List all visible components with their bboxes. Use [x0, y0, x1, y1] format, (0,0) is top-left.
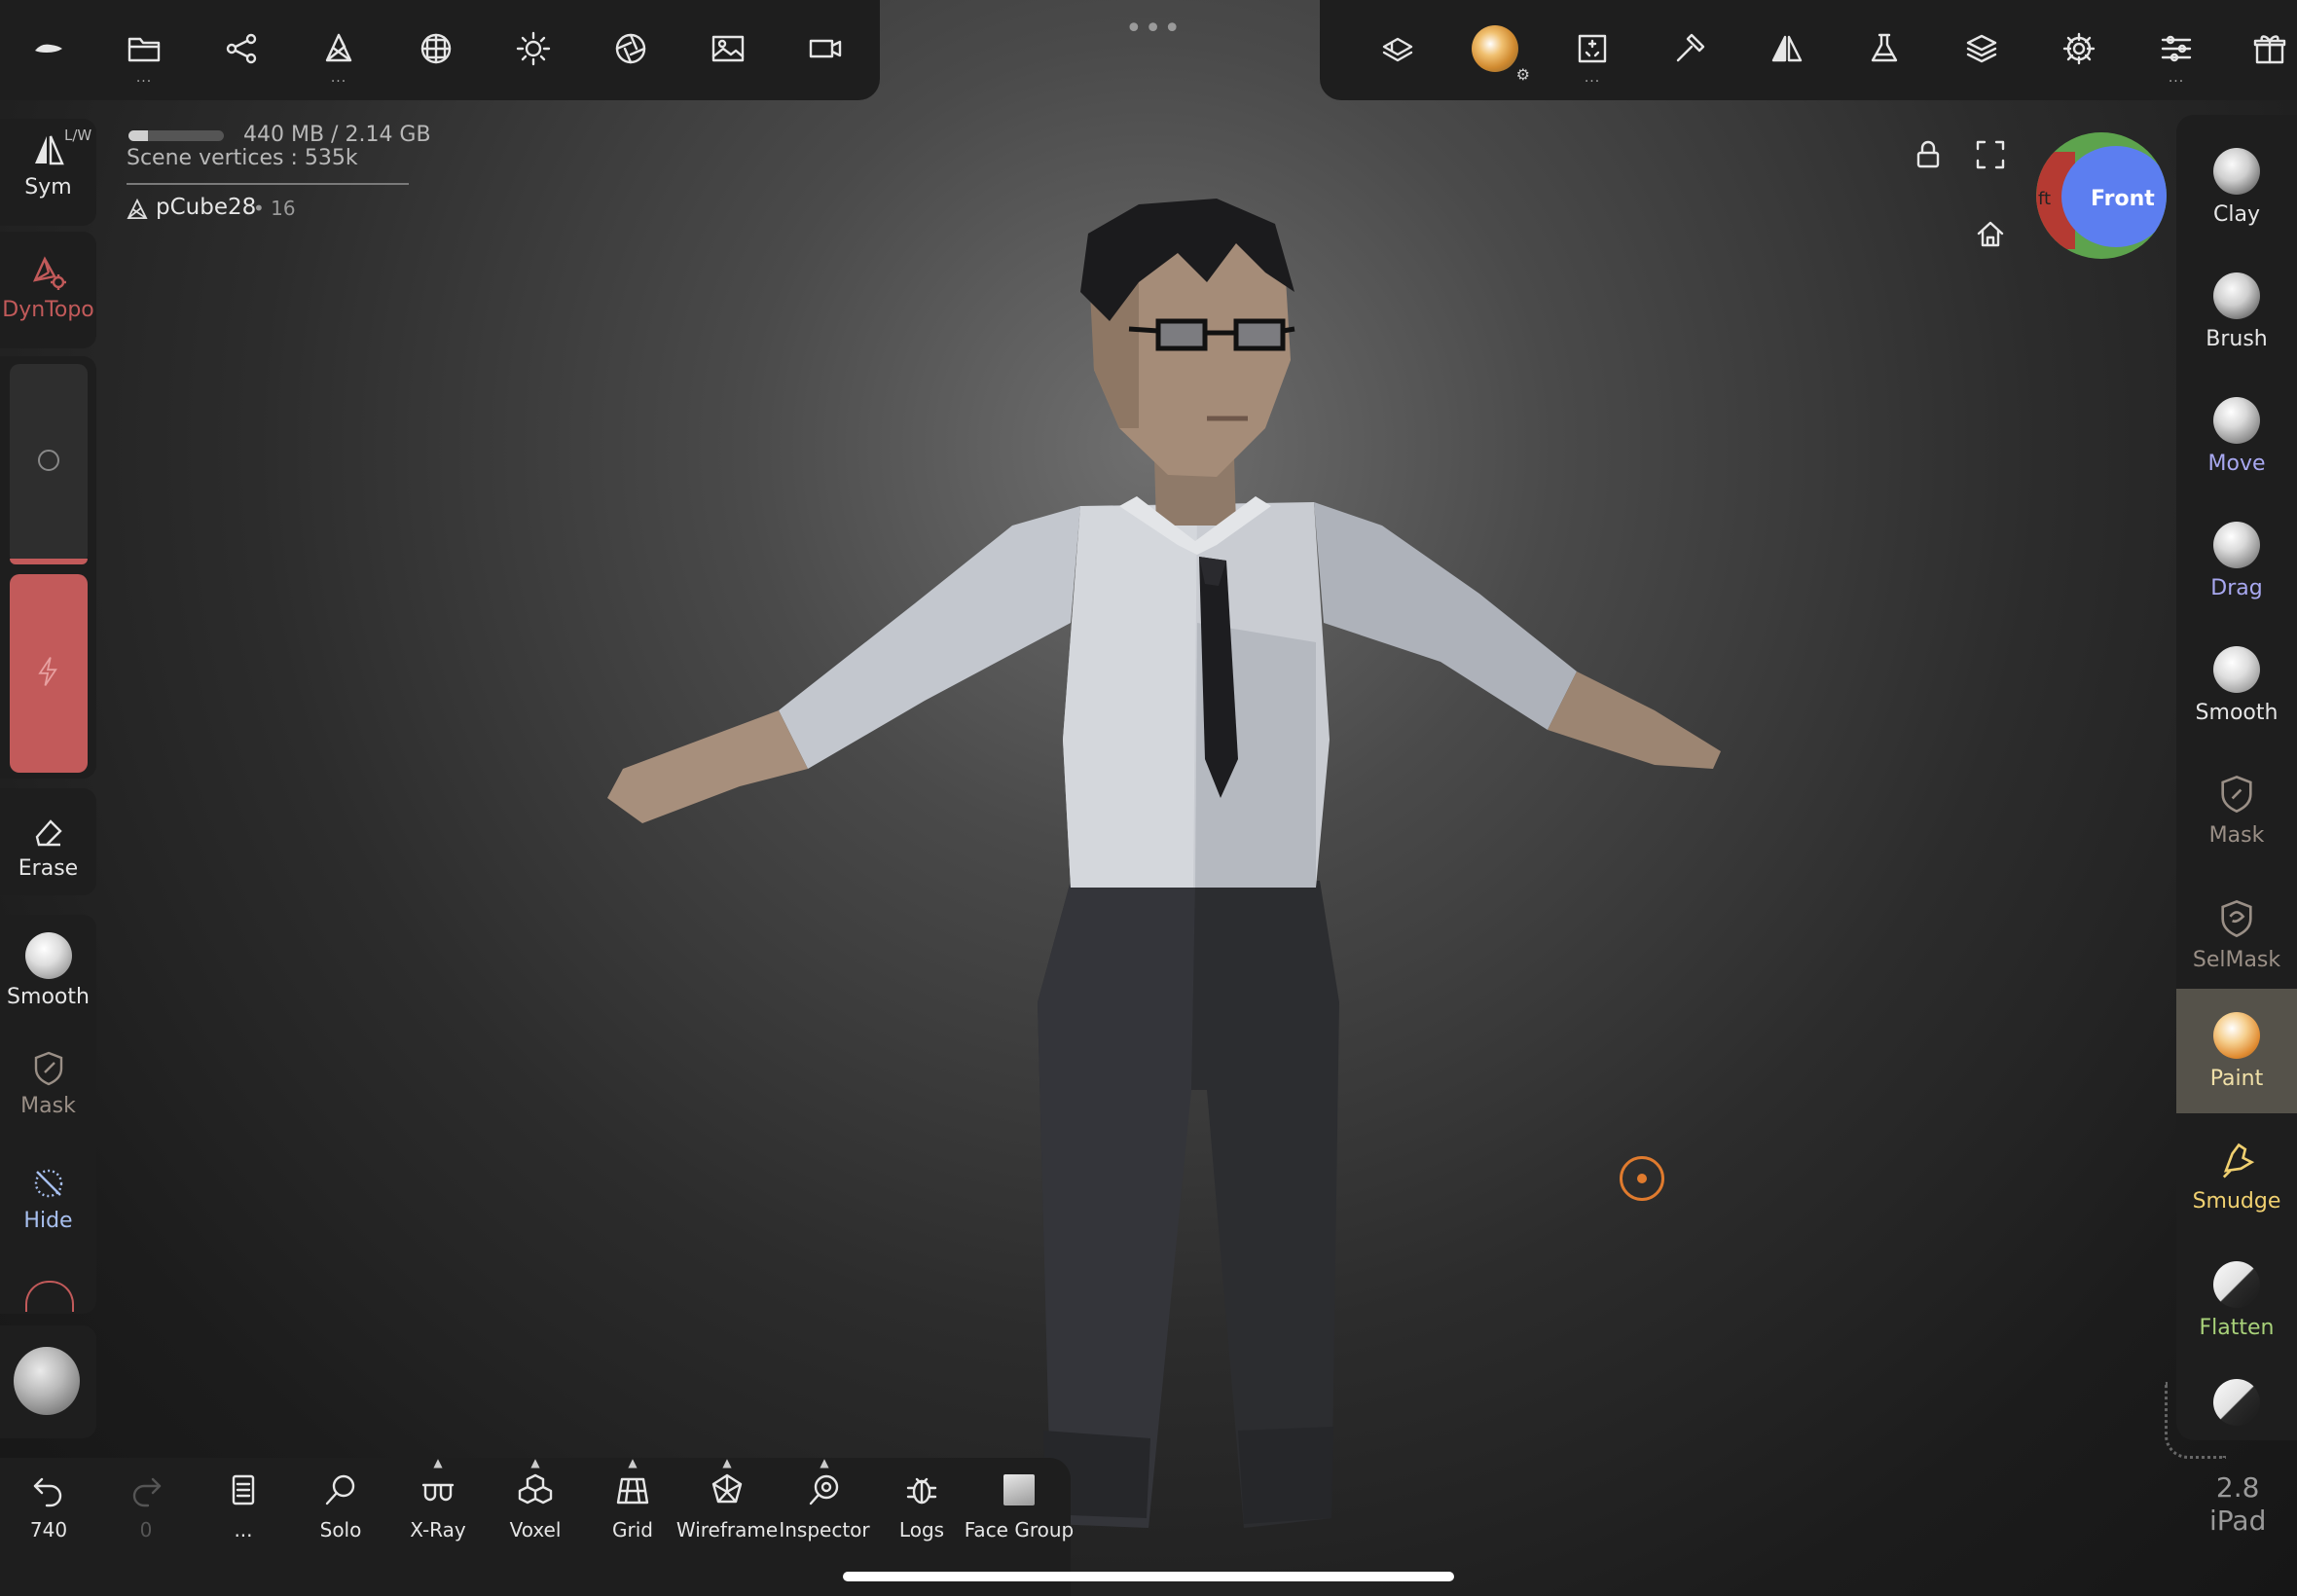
glasses-icon: [421, 1483, 455, 1502]
face-group-icon: [1003, 1474, 1035, 1505]
logs-button[interactable]: Logs: [873, 1471, 970, 1542]
tool-label: Flatten: [2199, 1315, 2275, 1340]
solo-label: Solo: [319, 1518, 362, 1542]
undo-icon: [33, 1477, 62, 1507]
voxel-label: Voxel: [509, 1518, 562, 1542]
inspector-button[interactable]: ▲ Inspector: [776, 1456, 873, 1542]
clay-sphere-icon: [2213, 147, 2260, 195]
brush-cursor: [1620, 1156, 1664, 1201]
tool-label: Mask: [2208, 822, 2265, 848]
search-icon: [325, 1474, 355, 1505]
tool-label: Smudge: [2192, 1188, 2281, 1214]
tool-label: Smooth: [2195, 700, 2279, 725]
version-number: 2.8: [2215, 1471, 2260, 1504]
version-device: iPad: [2209, 1505, 2267, 1537]
tool-move[interactable]: Move: [2176, 376, 2297, 496]
inspector-eye-icon: [809, 1474, 839, 1505]
wireframe-button[interactable]: ▲ Wireframe: [675, 1456, 779, 1542]
caret-up-icon: ▲: [530, 1456, 540, 1469]
undo-button[interactable]: 740: [0, 1471, 97, 1542]
paint-sphere-icon: [2213, 1011, 2260, 1059]
home-indicator[interactable]: [843, 1572, 1454, 1581]
mask-shield-icon: [2221, 775, 2252, 813]
tool-smooth[interactable]: Smooth: [2176, 625, 2297, 745]
scene-menu-button[interactable]: ...: [195, 1471, 292, 1542]
logs-label: Logs: [898, 1518, 945, 1542]
scroll-indicator[interactable]: [2165, 1382, 2226, 1459]
smooth-sphere-icon: [2213, 645, 2260, 693]
grid-icon: [616, 1477, 649, 1505]
brush-sphere-icon: [2213, 272, 2260, 319]
face-group-button[interactable]: Face Group: [965, 1471, 1074, 1542]
tool-smudge[interactable]: Smudge: [2176, 1115, 2297, 1236]
redo-button[interactable]: 0: [97, 1471, 195, 1542]
tool-label: Move: [2207, 451, 2266, 476]
redo-count: 0: [139, 1518, 153, 1542]
redo-icon: [132, 1477, 162, 1507]
scene-menu-label: ...: [234, 1518, 253, 1542]
tool-paint[interactable]: Paint: [2176, 991, 2297, 1111]
flatten-sphere-icon: [2213, 1260, 2260, 1308]
tool-label: Drag: [2210, 575, 2263, 600]
voxel-icon: [518, 1473, 553, 1505]
tool-flatten[interactable]: Flatten: [2176, 1240, 2297, 1360]
version-label: 2.8 iPad: [2209, 1471, 2266, 1538]
tool-clay[interactable]: Clay: [2176, 127, 2297, 247]
tool-label: Clay: [2213, 201, 2260, 227]
caret-up-icon: ▲: [722, 1456, 732, 1469]
smudge-icon: [2222, 1143, 2255, 1179]
voxel-button[interactable]: ▲ Voxel: [487, 1456, 584, 1542]
wireframe-label: Wireframe: [675, 1518, 779, 1542]
undo-count: 740: [29, 1518, 68, 1542]
selmask-shield-icon: [2221, 899, 2252, 937]
caret-up-icon: ▲: [820, 1456, 829, 1469]
solo-button[interactable]: Solo: [292, 1471, 389, 1542]
grid-label: Grid: [612, 1518, 653, 1542]
3d-model-character[interactable]: [0, 0, 2297, 1596]
caret-up-icon: ▲: [433, 1456, 443, 1469]
tool-label: Paint: [2209, 1066, 2264, 1091]
document-icon: [232, 1474, 255, 1505]
tool-drag[interactable]: Drag: [2176, 500, 2297, 621]
wireframe-icon: [711, 1473, 743, 1504]
tool-mask[interactable]: Mask: [2176, 749, 2297, 870]
tool-brush[interactable]: Brush: [2176, 251, 2297, 372]
bug-icon: [906, 1477, 937, 1505]
xray-label: X-Ray: [410, 1518, 466, 1542]
tool-label: Brush: [2206, 326, 2268, 351]
inspector-label: Inspector: [779, 1518, 870, 1542]
drag-sphere-icon: [2213, 521, 2260, 568]
caret-up-icon: ▲: [628, 1456, 638, 1469]
tool-label: SelMask: [2192, 947, 2281, 972]
grid-button[interactable]: ▲ Grid: [584, 1456, 681, 1542]
face-group-label: Face Group: [964, 1518, 1075, 1542]
tool-selmask[interactable]: SelMask: [2176, 874, 2297, 995]
move-sphere-icon: [2213, 396, 2260, 444]
xray-button[interactable]: ▲ X-Ray: [389, 1456, 487, 1542]
